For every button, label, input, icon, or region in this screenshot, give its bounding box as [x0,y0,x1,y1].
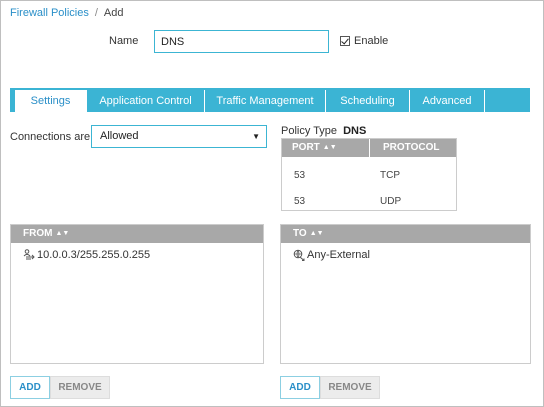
table-row: 53 UDP [282,189,456,215]
connections-label: Connections are [10,131,91,143]
protocol-cell: TCP [380,170,400,181]
connections-select[interactable]: Allowed ▼ [91,125,267,148]
breadcrumb: Firewall Policies / Add [10,7,124,19]
name-input[interactable] [154,30,329,53]
protocol-column-header: PROTOCOL [382,142,440,153]
list-item[interactable]: Any-External [281,243,530,261]
dropdown-arrow-icon: ▼ [252,132,260,141]
policy-type-value: DNS [343,125,367,137]
sort-icon: ▲▼ [322,144,337,151]
breadcrumb-firewall-policies-link[interactable]: Firewall Policies [10,7,89,19]
tab-settings[interactable]: Settings [10,90,87,112]
list-item[interactable]: 10.0.0.3/255.255.0.255 [11,243,263,261]
breadcrumb-separator: / [94,7,98,19]
ports-table: PORT ▲▼ PROTOCOL 53 TCP 53 UDP [281,138,457,211]
sort-icon: ▲▼ [309,230,324,237]
ports-table-header: PORT ▲▼ PROTOCOL [282,139,456,157]
to-remove-button[interactable]: REMOVE [320,376,380,399]
tab-application-control[interactable]: Application Control [87,90,205,112]
to-add-button[interactable]: ADD [280,376,320,399]
port-column-header[interactable]: PORT ▲▼ [282,139,370,157]
port-cell: 53 [294,170,306,181]
protocol-cell: UDP [380,196,402,207]
enable-checkbox[interactable] [340,36,350,46]
connections-selected-value: Allowed [100,130,139,142]
sort-icon: ▲▼ [55,230,70,237]
policy-type: Policy Type DNS [281,125,366,137]
tab-bar: Settings Application Control Traffic Man… [10,88,530,112]
host-icon [23,249,35,260]
external-alias-icon [293,249,305,261]
table-row: 53 TCP [282,163,456,189]
tab-traffic-management[interactable]: Traffic Management [205,90,326,112]
enable-label: Enable [354,35,389,47]
from-remove-button[interactable]: REMOVE [50,376,110,399]
from-add-button[interactable]: ADD [10,376,50,399]
tab-scheduling[interactable]: Scheduling [326,90,410,112]
enable-checkbox-group[interactable]: Enable [340,35,388,47]
from-header[interactable]: FROM ▲▼ [11,225,263,243]
from-panel: FROM ▲▼ 10.0.0.3/255.255.0.255 [10,224,264,364]
policy-type-label: Policy Type [281,125,338,137]
name-label: Name [109,35,139,47]
tab-advanced[interactable]: Advanced [410,90,485,112]
from-item-label: 10.0.0.3/255.255.0.255 [37,249,151,261]
breadcrumb-current: Add [103,7,124,19]
to-panel: TO ▲▼ Any-External [280,224,531,364]
to-header[interactable]: TO ▲▼ [281,225,530,243]
port-cell: 53 [294,196,306,207]
to-item-label: Any-External [307,249,370,261]
